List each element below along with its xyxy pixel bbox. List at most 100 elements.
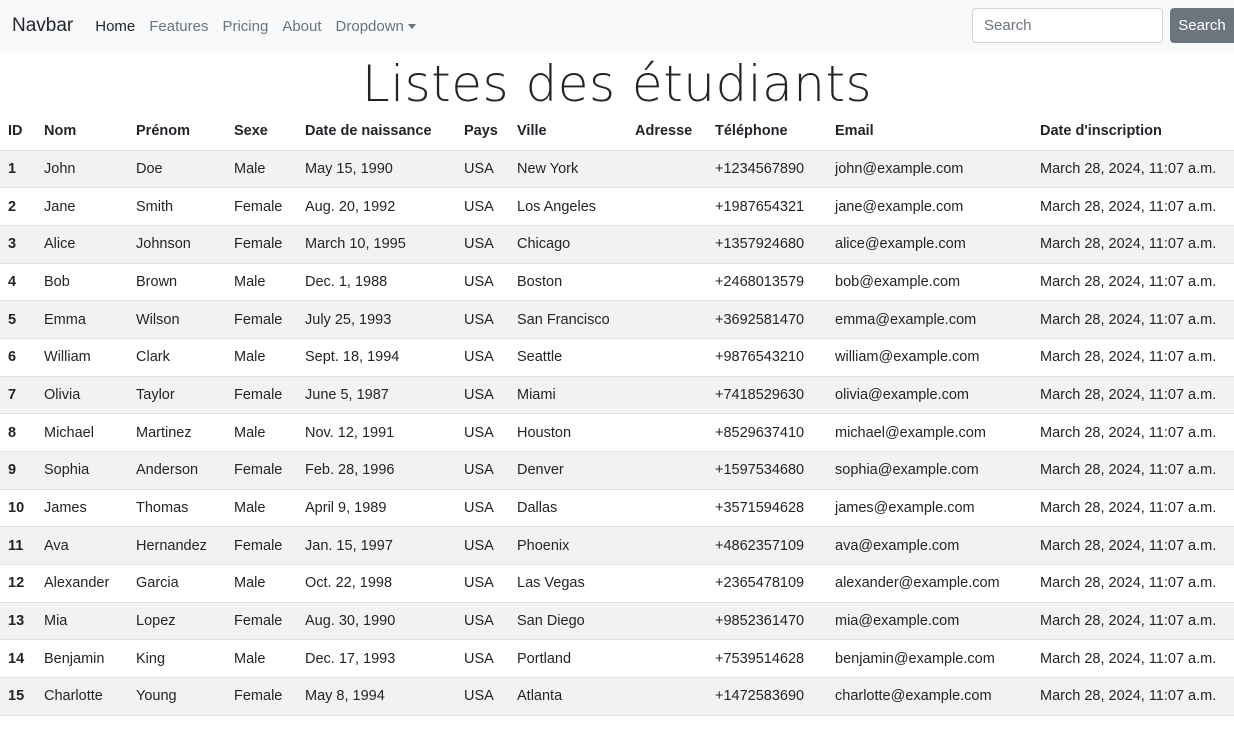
cell-date-naissance: Dec. 17, 1993 (297, 639, 456, 679)
cell-nom: Olivia (36, 376, 128, 415)
nav-link-about[interactable]: About (282, 18, 321, 35)
cell-nom: Alexander (36, 564, 128, 603)
cell-nom: Sophia (36, 451, 128, 490)
cell-pays: USA (456, 413, 509, 452)
cell-email: bob@example.com (827, 263, 1032, 302)
cell-telephone: +1987654321 (707, 187, 827, 226)
cell-sexe: Male (226, 338, 297, 377)
cell-id: 3 (0, 225, 36, 264)
cell-prenom: Young (128, 677, 226, 716)
cell-id: 10 (0, 489, 36, 528)
table-body: 1 John Doe Male May 15, 1990 USA New York +1234… (0, 150, 1234, 716)
nav-dropdown-toggle[interactable]: Dropdown (336, 18, 416, 35)
cell-prenom: Martinez (128, 413, 226, 452)
cell-ville: Denver (509, 451, 627, 490)
header-ville: Ville (509, 112, 627, 151)
cell-email: olivia@example.com (827, 376, 1032, 415)
cell-ville: Seattle (509, 338, 627, 377)
cell-telephone: +9852361470 (707, 602, 827, 641)
cell-date-inscription: March 28, 2024, 11:07 a.m. (1032, 150, 1234, 189)
cell-prenom: Garcia (128, 564, 226, 603)
caret-down-icon (407, 23, 416, 29)
search-button[interactable]: Search (1170, 8, 1234, 43)
cell-date-naissance: Feb. 28, 1996 (297, 451, 456, 490)
cell-adresse (627, 564, 707, 603)
nav-link-home[interactable]: Home (95, 18, 135, 35)
table-header-row: ID Nom Prénom Sexe Date de naissance Pays Vill… (0, 112, 1234, 151)
cell-date-inscription: March 28, 2024, 11:07 a.m. (1032, 677, 1234, 716)
cell-id: 9 (0, 451, 36, 490)
cell-date-naissance: Oct. 22, 1998 (297, 564, 456, 603)
cell-ville: Las Vegas (509, 564, 627, 603)
cell-telephone: +3692581470 (707, 300, 827, 339)
table-row: 3 Alice Johnson Female March 10, 1995 USA Chic… (0, 225, 1234, 264)
header-nom: Nom (36, 112, 128, 151)
cell-nom: Michael (36, 413, 128, 452)
table-row: 13 Mia Lopez Female Aug. 30, 1990 USA San Dieg… (0, 602, 1234, 641)
cell-ville: Chicago (509, 225, 627, 264)
cell-date-inscription: March 28, 2024, 11:07 a.m. (1032, 300, 1234, 339)
cell-nom: Charlotte (36, 677, 128, 716)
cell-prenom: Brown (128, 263, 226, 302)
cell-pays: USA (456, 300, 509, 339)
cell-sexe: Male (226, 639, 297, 679)
cell-id: 13 (0, 602, 36, 641)
cell-date-inscription: March 28, 2024, 11:07 a.m. (1032, 187, 1234, 226)
cell-nom: Benjamin (36, 639, 128, 679)
table-header: ID Nom Prénom Sexe Date de naissance Pays Vill… (0, 112, 1234, 151)
cell-pays: USA (456, 376, 509, 415)
cell-date-naissance: June 5, 1987 (297, 376, 456, 415)
search-input[interactable] (972, 8, 1163, 43)
cell-date-inscription: March 28, 2024, 11:07 a.m. (1032, 489, 1234, 528)
cell-id: 6 (0, 338, 36, 377)
header-telephone: Téléphone (707, 112, 827, 151)
cell-prenom: King (128, 639, 226, 679)
cell-pays: USA (456, 150, 509, 189)
cell-sexe: Male (226, 263, 297, 302)
cell-email: benjamin@example.com (827, 639, 1032, 679)
cell-date-inscription: March 28, 2024, 11:07 a.m. (1032, 376, 1234, 415)
cell-date-inscription: March 28, 2024, 11:07 a.m. (1032, 338, 1234, 377)
cell-pays: USA (456, 451, 509, 490)
cell-prenom: Johnson (128, 225, 226, 264)
cell-nom: John (36, 150, 128, 189)
cell-sexe: Male (226, 489, 297, 528)
cell-id: 12 (0, 564, 36, 603)
cell-pays: USA (456, 338, 509, 377)
cell-pays: USA (456, 677, 509, 716)
cell-adresse (627, 150, 707, 189)
cell-date-naissance: April 9, 1989 (297, 489, 456, 528)
cell-adresse (627, 376, 707, 415)
navbar-brand[interactable]: Navbar (12, 15, 73, 37)
cell-date-inscription: March 28, 2024, 11:07 a.m. (1032, 225, 1234, 264)
nav-link-pricing[interactable]: Pricing (222, 18, 268, 35)
cell-sexe: Female (226, 451, 297, 490)
cell-pays: USA (456, 526, 509, 566)
cell-date-inscription: March 28, 2024, 11:07 a.m. (1032, 564, 1234, 603)
header-prenom: Prénom (128, 112, 226, 151)
header-date-naissance: Date de naissance (297, 112, 456, 151)
cell-email: sophia@example.com (827, 451, 1032, 490)
cell-email: james@example.com (827, 489, 1032, 528)
table-row: 14 Benjamin King Male Dec. 17, 1993 USA Portla… (0, 639, 1234, 679)
cell-prenom: Thomas (128, 489, 226, 528)
nav-link-features[interactable]: Features (149, 18, 208, 35)
cell-email: alexander@example.com (827, 564, 1032, 603)
header-sexe: Sexe (226, 112, 297, 151)
cell-email: john@example.com (827, 150, 1032, 189)
cell-date-naissance: Dec. 1, 1988 (297, 263, 456, 302)
cell-nom: Jane (36, 187, 128, 226)
cell-email: jane@example.com (827, 187, 1032, 226)
cell-adresse (627, 338, 707, 377)
cell-date-naissance: Sept. 18, 1994 (297, 338, 456, 377)
table-row: 6 William Clark Male Sept. 18, 1994 USA Seattl… (0, 338, 1234, 377)
cell-telephone: +4862357109 (707, 526, 827, 566)
cell-id: 1 (0, 150, 36, 189)
cell-prenom: Hernandez (128, 526, 226, 566)
cell-id: 4 (0, 263, 36, 302)
cell-ville: Dallas (509, 489, 627, 528)
students-table: ID Nom Prénom Sexe Date de naissance Pays Vill… (0, 112, 1234, 716)
cell-date-naissance: March 10, 1995 (297, 225, 456, 264)
cell-pays: USA (456, 489, 509, 528)
cell-nom: Bob (36, 263, 128, 302)
